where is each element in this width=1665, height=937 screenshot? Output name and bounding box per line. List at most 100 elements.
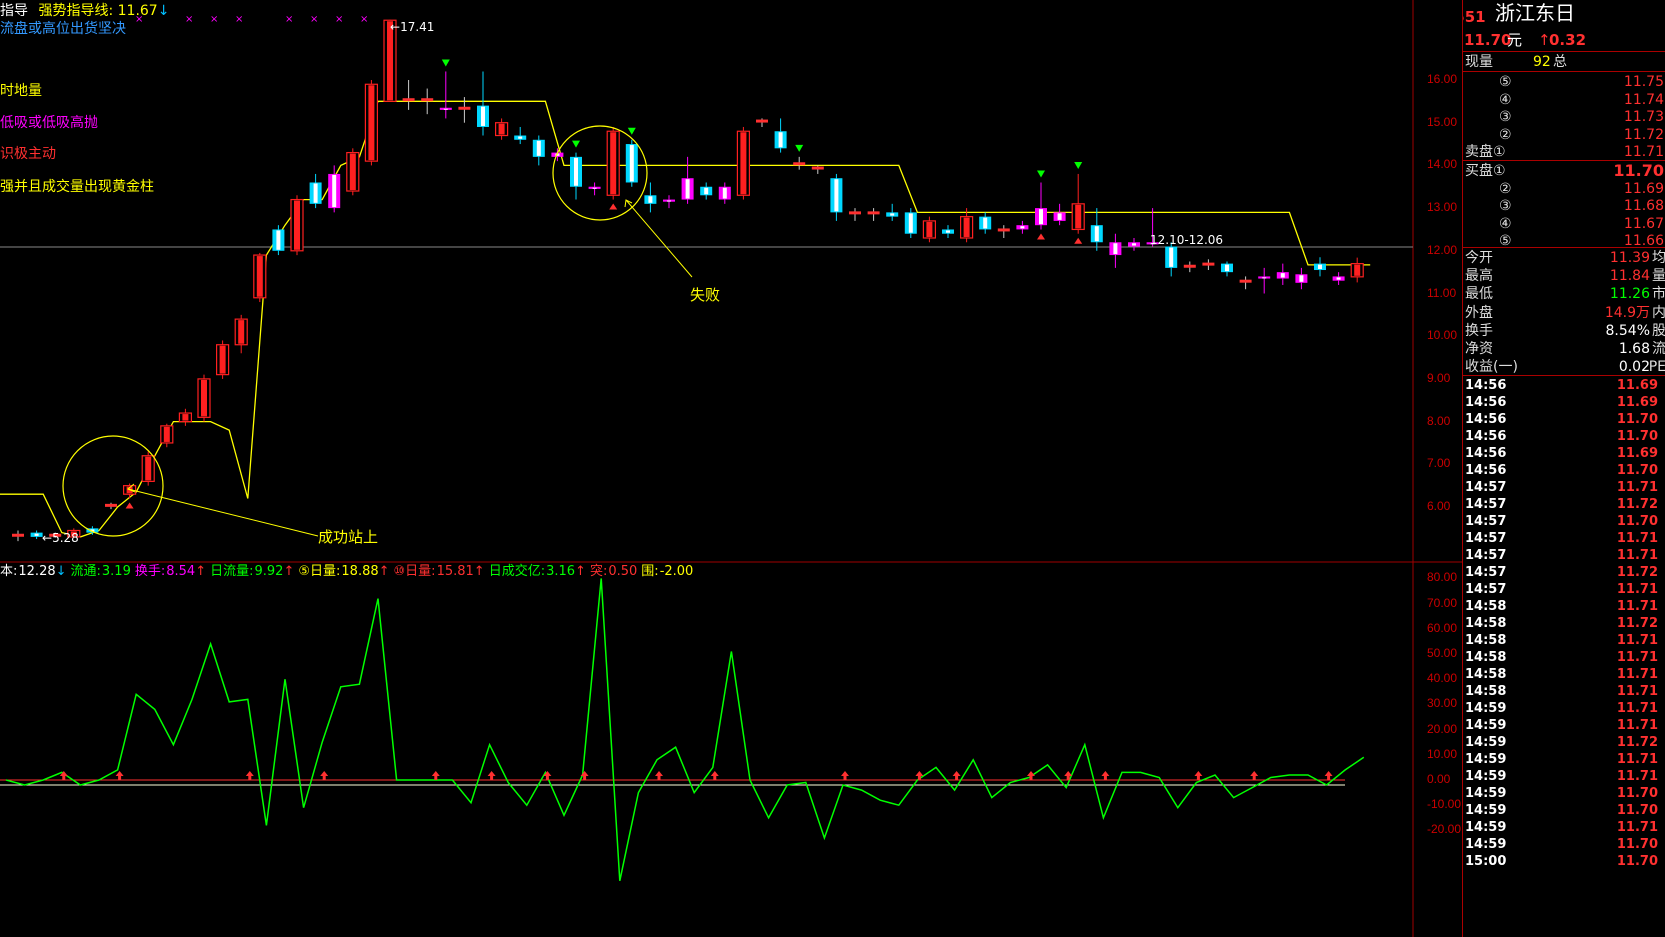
candle[interactable] — [160, 423, 174, 448]
candle[interactable] — [922, 216, 937, 243]
candle[interactable] — [1109, 233, 1122, 268]
candle[interactable] — [364, 80, 378, 166]
candle[interactable] — [439, 71, 452, 119]
candle[interactable] — [1016, 220, 1029, 234]
row-label: 14:56 — [1465, 378, 1507, 393]
row-value: 11.69 — [1616, 395, 1658, 410]
candle[interactable] — [197, 374, 211, 422]
candle[interactable] — [1314, 257, 1326, 277]
candle[interactable] — [606, 126, 620, 200]
buy-signal-arrow-icon — [1037, 170, 1045, 178]
candle[interactable] — [1221, 261, 1233, 277]
tick-row: 14:59 11.71 — [1463, 768, 1665, 786]
price-tick: 9.00 — [1427, 370, 1451, 385]
tick-row: 14:57 11.71 — [1463, 547, 1665, 565]
candle[interactable] — [346, 148, 360, 196]
candle-core — [256, 256, 263, 297]
candle[interactable] — [290, 195, 304, 256]
candle[interactable] — [793, 156, 806, 170]
candle[interactable] — [514, 126, 527, 145]
candle[interactable] — [1239, 276, 1252, 290]
candle[interactable] — [849, 208, 861, 221]
candle[interactable] — [644, 182, 657, 213]
candle[interactable] — [1090, 208, 1103, 251]
candle[interactable] — [904, 208, 917, 238]
candle[interactable] — [1295, 267, 1308, 290]
candle[interactable] — [1128, 237, 1140, 251]
candle[interactable] — [328, 165, 341, 213]
candle[interactable] — [1332, 272, 1345, 285]
candle[interactable] — [811, 165, 824, 174]
candle[interactable] — [1071, 173, 1085, 234]
row-value: 11.84 — [1609, 268, 1650, 285]
candle[interactable] — [718, 182, 731, 204]
candle[interactable] — [756, 118, 768, 127]
candle[interactable] — [532, 135, 545, 166]
candle[interactable] — [700, 182, 713, 200]
candle-core — [145, 456, 152, 481]
row-label: 14:59 — [1465, 820, 1507, 835]
candle[interactable] — [1183, 261, 1196, 273]
candle-core — [182, 414, 189, 421]
candle[interactable] — [663, 195, 675, 209]
candle[interactable] — [588, 182, 601, 196]
candle[interactable] — [1276, 263, 1289, 285]
candle[interactable] — [886, 203, 899, 221]
candle[interactable] — [979, 212, 992, 234]
row-label: 14:57 — [1465, 514, 1507, 529]
tick-row: 14:58 11.71 — [1463, 632, 1665, 650]
candle[interactable] — [681, 156, 694, 204]
guide-line-label: 强势指导线: — [38, 3, 114, 19]
row-label: 收益(一) — [1465, 359, 1518, 376]
candle[interactable] — [402, 80, 415, 110]
candle[interactable] — [830, 173, 843, 221]
row-value: 11.71 — [1616, 650, 1658, 665]
row-value: 11.68 — [1623, 198, 1664, 214]
candle[interactable] — [1053, 203, 1066, 226]
candle[interactable] — [495, 118, 509, 140]
row-label: 14:59 — [1465, 837, 1507, 852]
candle[interactable] — [1350, 257, 1364, 283]
row-label: 14:59 — [1465, 786, 1507, 801]
candle[interactable] — [105, 502, 117, 510]
tick-row: 14:59 11.70 — [1463, 802, 1665, 820]
candle[interactable] — [736, 126, 751, 200]
indicator-up-arrow-icon — [710, 771, 719, 780]
candle-core — [443, 108, 448, 110]
candle-body — [811, 166, 824, 170]
candle-core — [276, 230, 281, 250]
candle[interactable] — [234, 314, 248, 354]
row-value: 11.70 — [1616, 412, 1658, 427]
candle[interactable] — [477, 71, 489, 136]
indicator-up-arrow-icon — [1064, 771, 1073, 780]
indicator-value-item: 突:0.50 — [589, 564, 638, 579]
candle[interactable] — [178, 408, 192, 426]
candle[interactable] — [942, 225, 954, 238]
candle[interactable] — [141, 451, 155, 486]
row-label: 卖盘① — [1465, 144, 1506, 160]
candle[interactable] — [1165, 242, 1178, 277]
candle[interactable] — [1258, 267, 1271, 294]
candle[interactable] — [774, 118, 787, 153]
row-value: 11.72 — [1616, 735, 1658, 750]
tick-row: 14:59 11.70 — [1463, 836, 1665, 854]
candle-core — [518, 136, 523, 139]
row-value: 11.70 — [1616, 854, 1658, 869]
candle[interactable] — [959, 208, 974, 243]
candle[interactable] — [997, 225, 1010, 238]
candle[interactable] — [216, 340, 230, 379]
main-chart-area[interactable]: × × × × × × × × — [0, 0, 1462, 937]
candle[interactable] — [625, 139, 638, 187]
candle[interactable] — [12, 530, 24, 542]
candle[interactable] — [30, 530, 43, 540]
indicator-line — [5, 578, 1365, 881]
candle[interactable] — [1035, 182, 1047, 230]
candle[interactable] — [253, 252, 267, 303]
candle[interactable] — [570, 152, 582, 200]
candle[interactable] — [1202, 259, 1215, 271]
candle[interactable] — [867, 208, 880, 221]
current-vol: 92 — [1533, 54, 1551, 70]
candle[interactable] — [272, 225, 285, 256]
row-value: 11.69 — [1616, 446, 1658, 461]
candle[interactable] — [309, 173, 322, 209]
